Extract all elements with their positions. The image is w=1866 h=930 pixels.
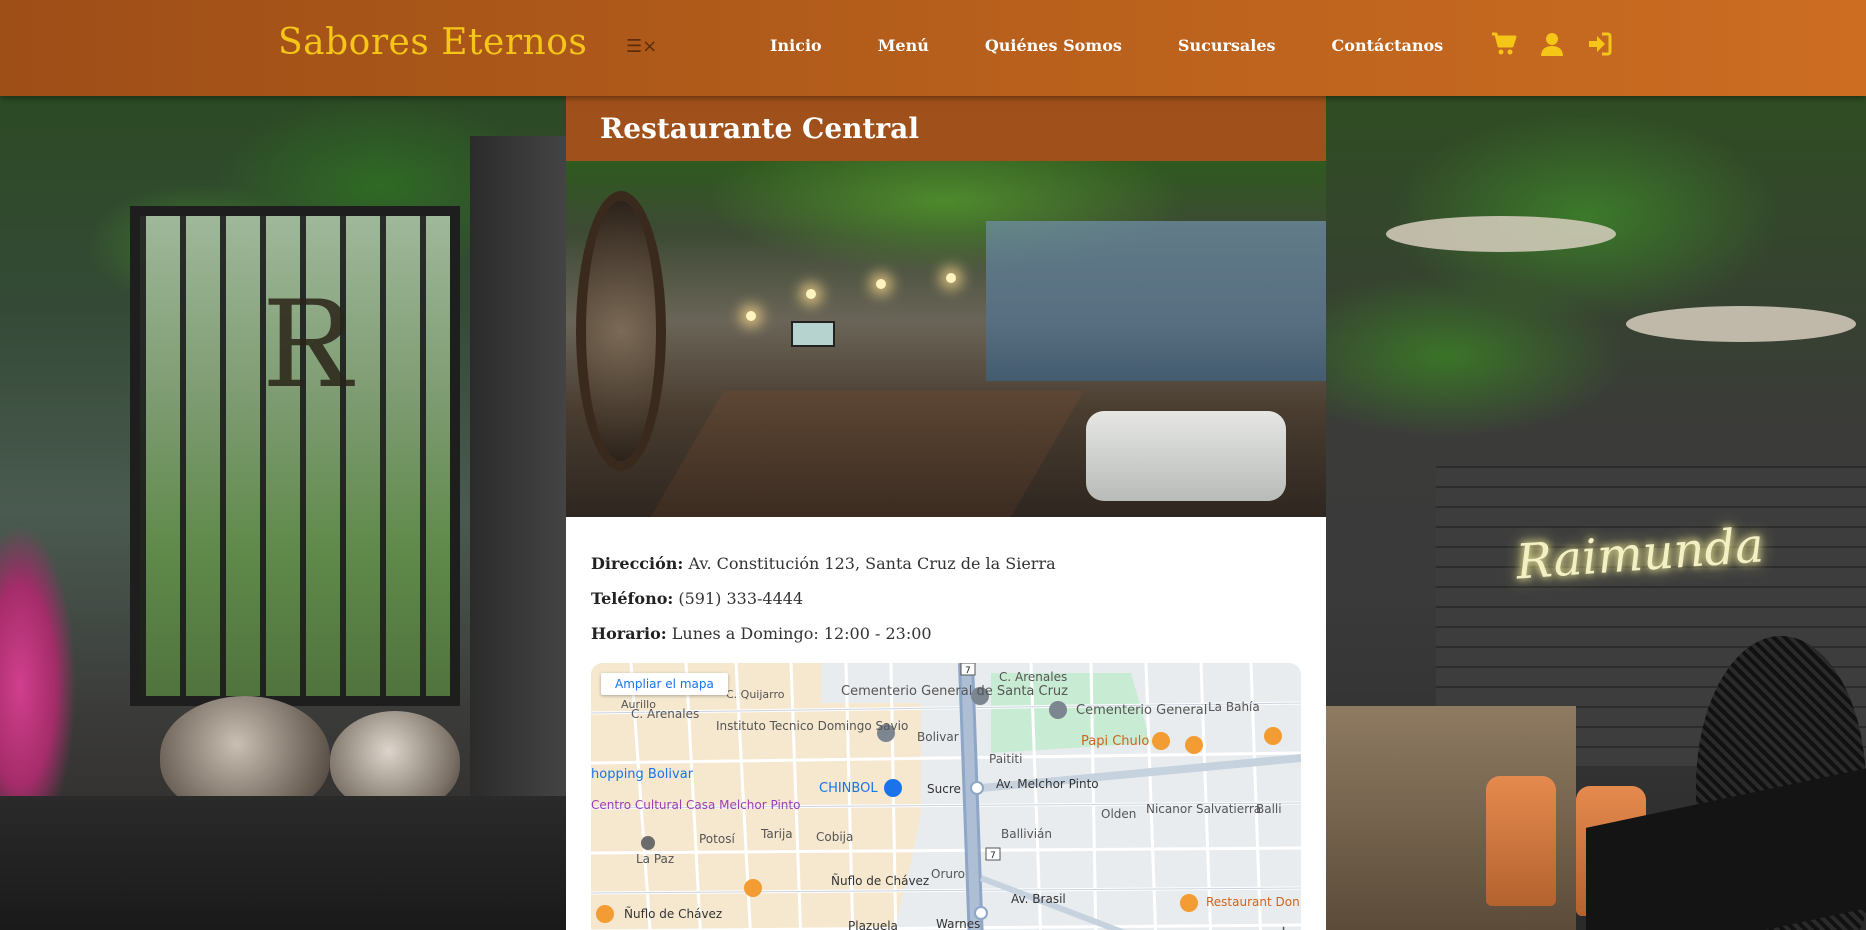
map-label-potosi: Potosí xyxy=(699,832,735,846)
photo-sofa xyxy=(1086,411,1286,501)
map-label-balli: Balli xyxy=(1256,802,1282,816)
map-label-aurillo: Aurillo xyxy=(621,698,656,711)
address-label: Dirección: xyxy=(591,554,684,573)
branch-title: Restaurante Central xyxy=(600,112,919,145)
photo-mirror xyxy=(576,191,666,471)
nav-link-inicio[interactable]: Inicio xyxy=(770,36,822,55)
map-label-nuflo-2: Ñuflo de Chávez xyxy=(624,906,722,921)
hours-label: Horario: xyxy=(591,624,667,643)
map-label-bolivar: Bolivar xyxy=(917,730,959,744)
map-label-warnes: Warnes xyxy=(936,917,980,930)
embedded-map[interactable]: 7 7 Cementerio General de Santa Cruz Cem… xyxy=(591,663,1301,930)
hours-value: Lunes a Domingo: 12:00 - 23:00 xyxy=(671,624,932,643)
hours-line: Horario: Lunes a Domingo: 12:00 - 23:00 xyxy=(591,623,1301,645)
map-route-7-bottom: 7 xyxy=(990,851,996,861)
map-label-paitit: Paititi xyxy=(989,752,1022,766)
map-label-nicanor: Nicanor Salvatierra xyxy=(1146,802,1261,816)
map-zoom-plus-icon[interactable]: + xyxy=(1276,922,1291,930)
map-label-oruro: Oruro xyxy=(931,867,965,881)
map-label-centro-cultural: Centro Cultural Casa Melchor Pinto xyxy=(591,798,800,812)
background-counter xyxy=(0,796,566,930)
photo-light xyxy=(746,311,756,321)
phone-label: Teléfono: xyxy=(591,589,674,608)
menu-toggle-icon[interactable]: ☰× xyxy=(626,36,657,57)
map-label-av-brasil: Av. Brasil xyxy=(1011,892,1066,906)
restaurant-photo xyxy=(566,161,1326,517)
nav-link-quienes-somos[interactable]: Quiénes Somos xyxy=(985,36,1122,55)
nav-link-sucursales[interactable]: Sucursales xyxy=(1178,36,1276,55)
photo-glass-wall xyxy=(986,221,1326,381)
map-label-av-melchor-pinto: Av. Melchor Pinto xyxy=(996,777,1099,791)
photo-light xyxy=(876,279,886,289)
background-photo-left: Я xyxy=(0,96,566,930)
map-label-nuflo-1: Ñuflo de Chávez xyxy=(831,873,929,888)
background-ceiling-disc xyxy=(1386,216,1616,252)
map-label-tarija: Tarija xyxy=(760,827,793,841)
phone-line: Teléfono: (591) 333-4444 xyxy=(591,588,1301,610)
photo-light xyxy=(946,273,956,283)
map-label-shopping: hopping Bolivar xyxy=(591,767,694,782)
map-label-papi-chulo: Papi Chulo xyxy=(1081,734,1149,749)
map-route-7-top: 7 xyxy=(965,666,971,676)
card-header: Restaurante Central xyxy=(566,96,1326,161)
map-label-cementerio-santa-cruz: Cementerio General de Santa Cruz xyxy=(841,684,1068,699)
map-label-olden: Olden xyxy=(1101,807,1136,821)
address-value: Av. Constitución 123, Santa Cruz de la S… xyxy=(688,554,1056,573)
phone-value[interactable]: (591) 333-4444 xyxy=(678,589,803,608)
nav-link-contactanos[interactable]: Contáctanos xyxy=(1332,36,1444,55)
map-label-cobija: Cobija xyxy=(816,830,853,844)
map-label-ballivian: Ballivián xyxy=(1001,827,1052,841)
nav-links: Inicio Menú Quiénes Somos Sucursales Con… xyxy=(770,36,1499,55)
sign-in-icon[interactable] xyxy=(1586,30,1614,58)
enlarge-map-button[interactable]: Ampliar el mapa xyxy=(601,673,728,695)
background-letter-sign: Я xyxy=(262,276,359,415)
background-wall xyxy=(470,136,566,896)
photo-light xyxy=(806,289,816,299)
map-label-chinbol: CHINBOL xyxy=(819,781,878,796)
user-icon[interactable] xyxy=(1538,30,1566,58)
cart-icon[interactable] xyxy=(1490,30,1518,58)
photo-tv xyxy=(791,321,835,347)
map-label-c-arenales-top: C. Arenales xyxy=(999,670,1067,684)
map-label-sucre: Sucre xyxy=(927,782,961,796)
navbar: Sabores Eternos ☰× Inicio Menú Quiénes S… xyxy=(0,0,1866,96)
map-label-quijarro: C. Quijarro xyxy=(726,688,785,701)
branch-card: Restaurante Central Dirección: Av. Const… xyxy=(566,96,1326,930)
background-photo-right: Raimunda xyxy=(1326,96,1866,930)
nav-icons xyxy=(1490,30,1614,58)
map-label-la-bahia: La Bahía xyxy=(1208,700,1260,714)
map-label-cementerio-general: Cementerio General xyxy=(1076,703,1207,718)
map-label-instituto: Instituto Tecnico Domingo Savio xyxy=(716,719,908,733)
nav-link-menu[interactable]: Menú xyxy=(878,36,929,55)
branch-info: Dirección: Av. Constitución 123, Santa C… xyxy=(566,517,1326,645)
map-label-restaurant-don: Restaurant Don xyxy=(1206,895,1300,909)
map-label-plazuela: Plazuela xyxy=(848,919,898,930)
map-label-la-paz: La Paz xyxy=(636,852,674,866)
brand-logo[interactable]: Sabores Eternos xyxy=(278,22,587,63)
address-line: Dirección: Av. Constitución 123, Santa C… xyxy=(591,553,1301,575)
background-chair xyxy=(1486,776,1556,906)
photo-table xyxy=(648,391,1084,517)
background-ceiling-disc xyxy=(1626,306,1856,342)
